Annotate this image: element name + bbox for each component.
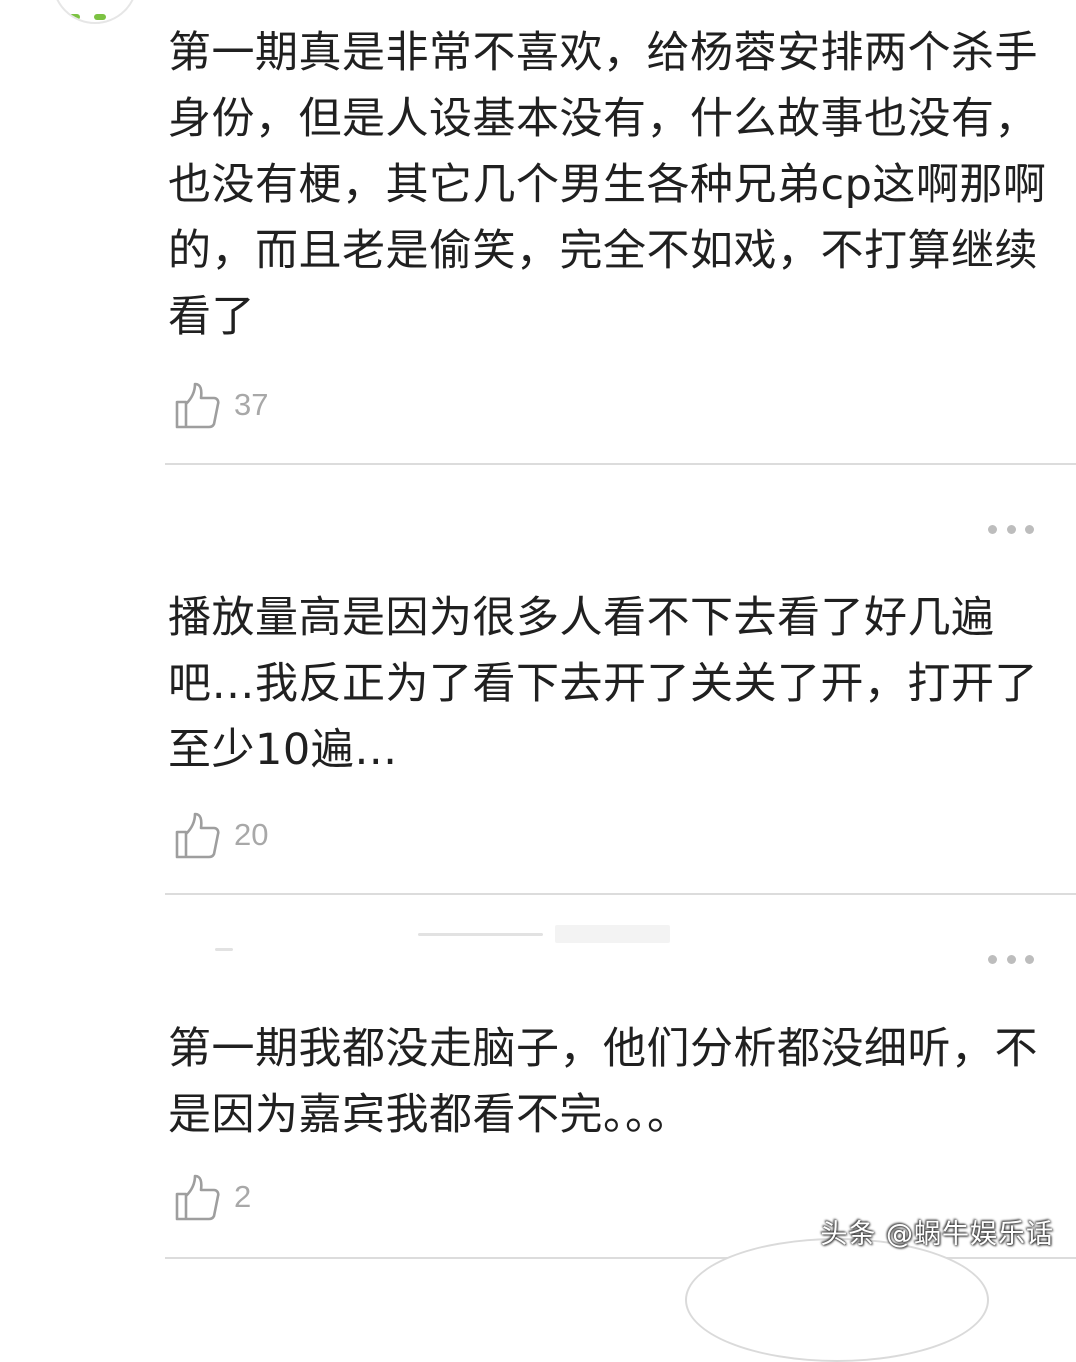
thumbs-up-icon — [175, 382, 220, 429]
more-dots-icon — [988, 954, 997, 964]
comment-text: 第一期我都没走脑子，他们分析都没细听，不是因为嘉宾我都看不完。。。 — [168, 1024, 1038, 1140]
more-options-button[interactable] — [988, 522, 1034, 536]
blurred-username — [555, 925, 670, 943]
like-count: 2 — [234, 1179, 252, 1214]
comment-input-bubble[interactable] — [685, 1238, 989, 1362]
thumbs-up-icon — [175, 1174, 220, 1221]
watermark: 头条 @蜗牛娱乐话 — [820, 1219, 1054, 1250]
like-count: 20 — [234, 817, 269, 852]
more-options-button[interactable] — [988, 952, 1034, 966]
divider — [165, 463, 1076, 465]
like-count: 37 — [234, 387, 269, 422]
thumbs-up-icon — [175, 812, 220, 859]
like-button[interactable]: 2 — [174, 1172, 251, 1222]
comment-text: 第一期真是非常不喜欢，给杨蓉安排两个杀手身份，但是人设基本没有，什么故事也没有，… — [168, 28, 1047, 342]
like-button[interactable]: 37 — [174, 380, 268, 430]
comment-text: 播放量高是因为很多人看不下去看了好几遍吧…我反正为了看下去开了关关了开，打开了至… — [168, 593, 1038, 775]
divider — [165, 893, 1076, 895]
like-button[interactable]: 20 — [174, 810, 268, 860]
more-dots-icon — [988, 524, 997, 534]
blurred-username — [418, 933, 543, 936]
avatar[interactable] — [52, 0, 138, 24]
blurred-username — [215, 948, 233, 951]
